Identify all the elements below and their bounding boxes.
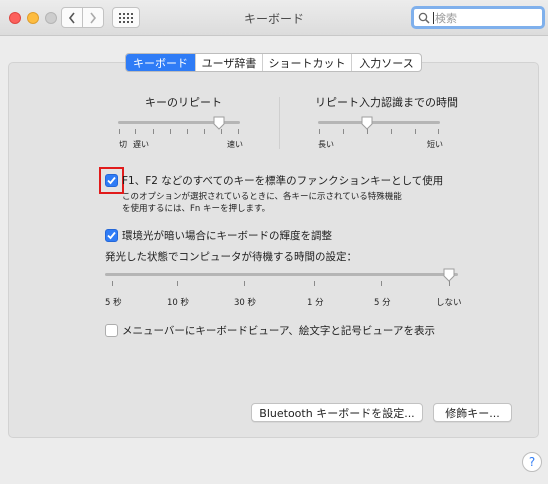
key-repeat-slow-label: 遅い xyxy=(133,140,149,149)
tick xyxy=(438,129,439,134)
tick xyxy=(153,129,154,134)
viewer-label: メニューバーにキーボードビューア、絵文字と記号ビューアを表示 xyxy=(122,325,436,337)
highlight-box xyxy=(99,167,124,194)
keyboard-preferences-window: キーボード 検索 キーボード ユーザ辞書 ショートカット 入力ソース キーのリピ… xyxy=(0,0,548,484)
key-repeat-slider-thumb[interactable] xyxy=(213,116,225,130)
tab-bar: キーボード ユーザ辞書 ショートカット 入力ソース xyxy=(125,53,422,72)
tick xyxy=(135,129,136,134)
idle-tick-label: 30 秒 xyxy=(234,298,257,308)
delay-slider-track[interactable] xyxy=(318,121,440,124)
key-repeat-fast-label: 速い xyxy=(227,140,243,149)
tick xyxy=(314,281,315,286)
tick xyxy=(170,129,171,134)
tick xyxy=(244,281,245,286)
fn-keys-description-1: このオプションが選択されているときに、各キーに示されている特殊機能 xyxy=(122,192,402,202)
backlight-label: 環境光が暗い場合にキーボードの輝度を調整 xyxy=(122,230,332,242)
tick xyxy=(238,129,239,134)
title-bar: キーボード 検索 xyxy=(0,0,548,36)
tick xyxy=(319,129,320,134)
idle-tick-label: 5 秒 xyxy=(105,298,122,308)
idle-slider-track[interactable] xyxy=(105,273,458,276)
viewer-checkbox[interactable] xyxy=(105,324,118,337)
fn-keys-description-2: を使用するには、Fn キーを押します。 xyxy=(122,204,271,214)
bluetooth-keyboard-setup-button[interactable]: Bluetooth キーボードを設定... xyxy=(251,403,423,422)
fn-keys-label: F1、F2 などのすべてのキーを標準のファンクションキーとして使用 xyxy=(122,175,444,187)
tick xyxy=(204,129,205,134)
tick xyxy=(119,129,120,134)
tab-input-sources[interactable]: 入力ソース xyxy=(352,54,421,71)
tab-user-dictionary[interactable]: ユーザ辞書 xyxy=(196,54,263,71)
key-repeat-title: キーのリピート xyxy=(145,96,222,109)
divider xyxy=(279,97,280,149)
tick xyxy=(381,281,382,286)
idle-tick-label: 10 秒 xyxy=(167,298,190,308)
tick xyxy=(177,281,178,286)
idle-time-title: 発光した状態でコンピュータが待機する時間の設定： xyxy=(105,251,357,263)
idle-tick-label: しない xyxy=(436,298,462,308)
help-button[interactable]: ? xyxy=(522,452,542,472)
delay-until-repeat-title: リピート入力認識までの時間 xyxy=(315,96,458,109)
checkmark-icon xyxy=(107,231,116,240)
text-cursor xyxy=(433,11,434,24)
tick xyxy=(112,281,113,286)
idle-tick-label: 5 分 xyxy=(374,298,391,308)
key-repeat-off-label: 切 xyxy=(119,140,127,149)
backlight-checkbox[interactable] xyxy=(105,229,118,242)
idle-tick-label: 1 分 xyxy=(307,298,324,308)
tick xyxy=(187,129,188,134)
delay-slider-thumb[interactable] xyxy=(361,116,373,130)
search-placeholder: 検索 xyxy=(435,11,457,25)
tick xyxy=(391,129,392,134)
modifier-keys-button[interactable]: 修飾キー... xyxy=(433,403,512,422)
delay-short-label: 短い xyxy=(427,140,443,149)
tab-keyboard[interactable]: キーボード xyxy=(126,54,196,71)
search-field[interactable]: 検索 xyxy=(411,6,545,29)
delay-long-label: 長い xyxy=(318,140,334,149)
tab-shortcuts[interactable]: ショートカット xyxy=(263,54,352,71)
tick xyxy=(343,129,344,134)
search-icon xyxy=(418,12,430,24)
idle-slider-thumb[interactable] xyxy=(443,268,455,282)
tick xyxy=(415,129,416,134)
